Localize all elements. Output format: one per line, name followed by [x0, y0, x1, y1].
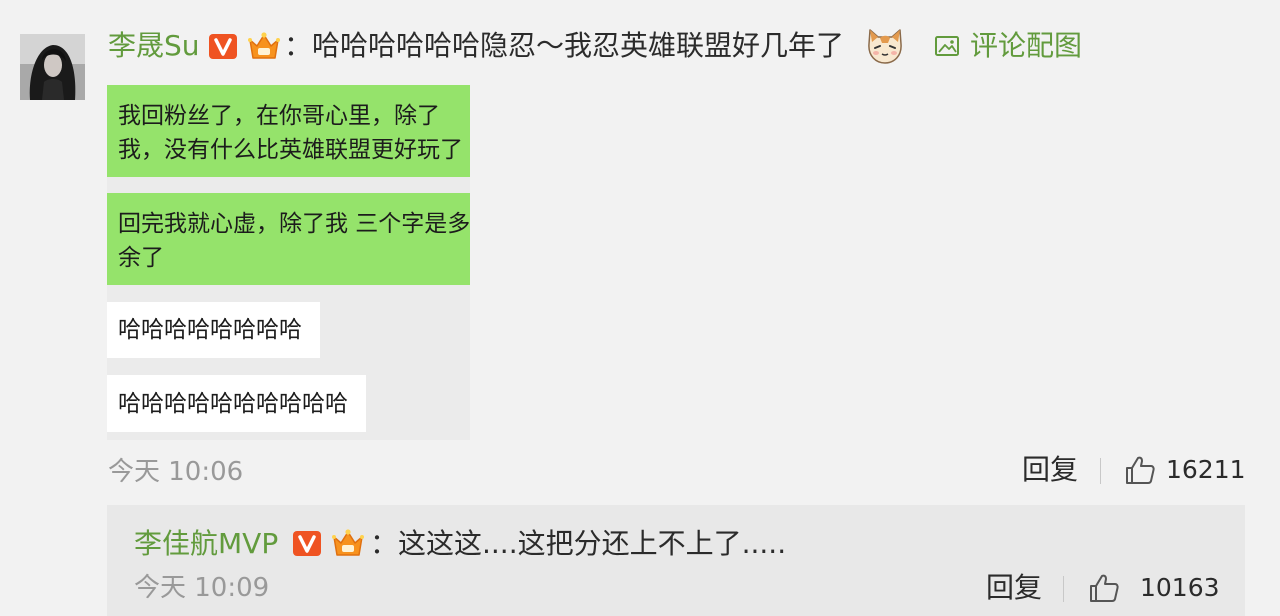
image-link-label: 评论配图 — [970, 29, 1083, 62]
cat-emoji-icon — [864, 24, 906, 66]
chat-bubble: 回完我就心虚，除了我 三个字是多 余了 — [107, 193, 470, 285]
chat-bubble: 我回粉丝了，在你哥心里，除了 我，没有什么比英雄联盟更好玩了 — [107, 85, 470, 177]
chat-bubble: 哈哈哈哈哈哈哈哈 — [107, 302, 320, 358]
like-button[interactable]: 16211 — [1124, 453, 1246, 487]
comment-attached-image[interactable]: 我回粉丝了，在你哥心里，除了 我，没有什么比英雄联盟更好玩了 回完我就心虚，除了… — [107, 85, 470, 440]
thumbs-up-icon — [1124, 454, 1156, 486]
verified-v-icon — [292, 530, 322, 557]
reply-timestamp: 今天 10:09 — [134, 573, 270, 603]
thumbs-up-icon — [1088, 572, 1120, 604]
view-comment-image-link[interactable]: 评论配图 — [934, 30, 1082, 62]
comment-item: 李晟Su ：哈哈哈哈哈哈隐忍～我忍英雄联盟好几年了 评论配图 我回粉丝了，在你哥… — [0, 0, 1280, 616]
vip-crown-icon — [246, 30, 282, 62]
image-icon — [934, 34, 960, 58]
vip-crown-icon — [330, 527, 366, 559]
chat-bubble: 哈哈哈哈哈哈哈哈哈哈 — [107, 375, 366, 432]
comment-timestamp: 今天 10:06 — [108, 457, 244, 487]
chat-bubble-line: 我，没有什么比英雄联盟更好玩了 — [118, 137, 463, 163]
comment-text: ：哈哈哈哈哈哈隐忍～我忍英雄联盟好几年了 — [284, 29, 845, 62]
divider — [1063, 576, 1064, 602]
reply-button[interactable]: 回复 — [1022, 455, 1078, 485]
like-button[interactable]: 10163 — [1088, 571, 1220, 605]
reply-item: 李佳航MVP ：这这这....这把分还上不上了..... 今天 10:09 回复 — [107, 505, 1245, 616]
like-count: 10163 — [1140, 573, 1220, 602]
user-avatar[interactable] — [20, 34, 85, 100]
chat-bubble-line: 哈哈哈哈哈哈哈哈哈哈 — [118, 391, 348, 417]
verified-v-icon — [208, 33, 238, 60]
reply-text: ：这这这....这把分还上不上了..... — [370, 527, 787, 560]
chat-bubble-line: 余了 — [118, 245, 164, 271]
chat-bubble-line: 回完我就心虚，除了我 三个字是多 — [118, 211, 470, 237]
chat-bubble-line: 哈哈哈哈哈哈哈哈 — [118, 317, 302, 343]
comment-username[interactable]: 李晟Su — [108, 30, 200, 62]
divider — [1100, 458, 1101, 484]
chat-bubble-line: 我回粉丝了，在你哥心里，除了 — [118, 103, 440, 129]
reply-button[interactable]: 回复 — [986, 573, 1042, 603]
reply-username[interactable]: 李佳航MVP — [134, 528, 278, 560]
like-count: 16211 — [1166, 455, 1246, 484]
